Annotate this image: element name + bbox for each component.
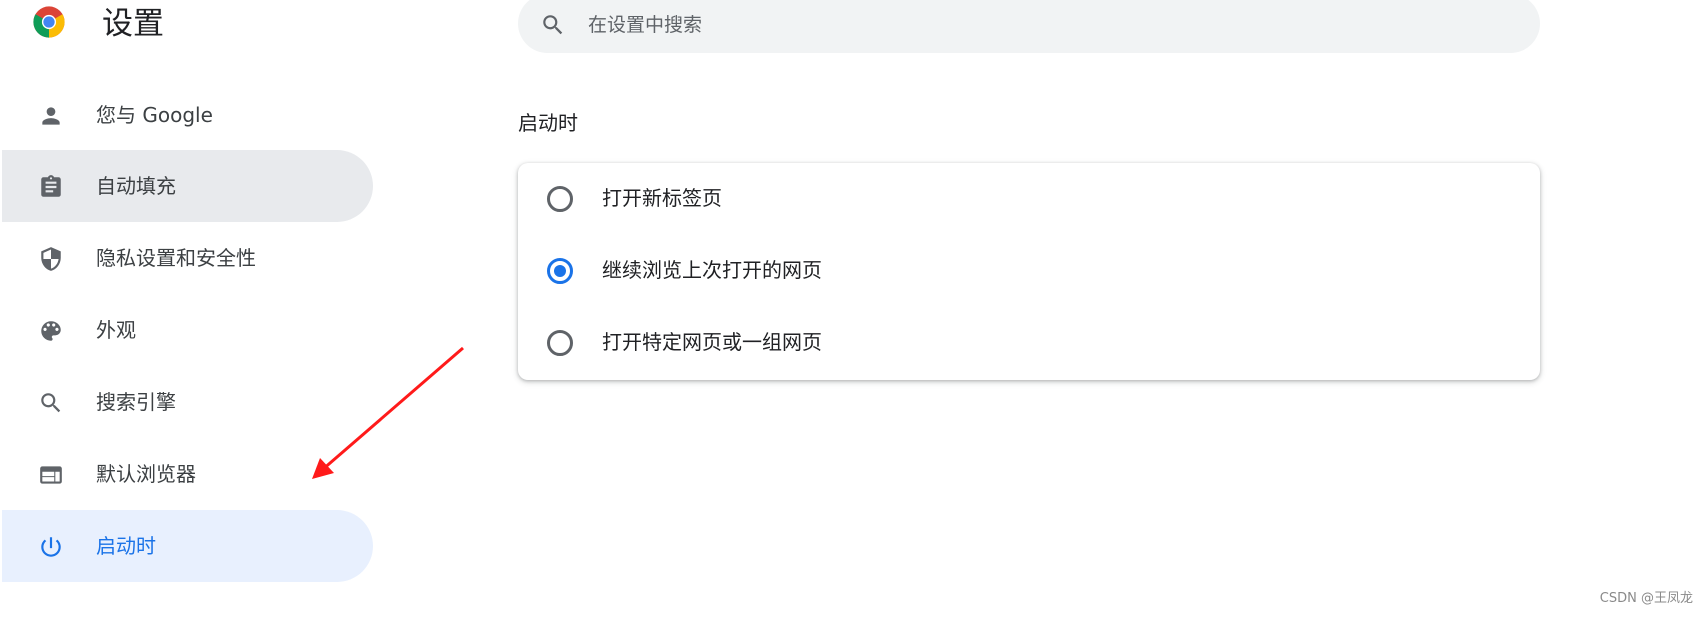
person-icon (42, 107, 60, 125)
search-icon (543, 15, 563, 35)
sidebar-item-label: 默认浏览器 (96, 462, 196, 486)
radio-button-checked[interactable] (547, 258, 573, 284)
sidebar-item-label: 外观 (96, 318, 136, 342)
option-label: 打开新标签页 (602, 186, 722, 210)
watermark: CSDN @王凤龙 (1599, 591, 1693, 606)
power-icon (41, 537, 61, 557)
sidebar-item-label: 自动填充 (96, 174, 176, 198)
sidebar-item-label: 搜索引擎 (96, 390, 176, 414)
sidebar-item-on-startup[interactable]: 启动时 (2, 510, 373, 582)
radio-button[interactable] (547, 186, 573, 212)
sidebar-item-label: 启动时 (96, 534, 156, 558)
search-input[interactable] (586, 6, 1490, 44)
clipboard-icon (41, 175, 61, 197)
sidebar-item-label: 隐私设置和安全性 (96, 246, 256, 270)
chrome-logo-icon (32, 5, 66, 39)
option-open-specific-pages[interactable]: 打开特定网页或一组网页 (518, 307, 1540, 379)
page-title: 设置 (102, 6, 164, 42)
section-title: 启动时 (518, 111, 578, 135)
palette-icon (41, 321, 61, 341)
option-open-new-tab[interactable]: 打开新标签页 (518, 163, 1540, 235)
shield-icon (41, 247, 61, 271)
search-bar[interactable] (518, 0, 1540, 53)
option-label: 继续浏览上次打开的网页 (602, 258, 822, 282)
sidebar-item-label: 您与 Google (96, 103, 213, 127)
browser-window-icon (40, 466, 62, 484)
option-label: 打开特定网页或一组网页 (602, 330, 822, 354)
sidebar-item-you-and-google[interactable]: 您与 Google (2, 79, 373, 151)
radio-button[interactable] (547, 330, 573, 356)
option-continue-where-left-off[interactable]: 继续浏览上次打开的网页 (518, 235, 1540, 307)
annotation-arrow-icon (312, 346, 464, 479)
sidebar-item-privacy-security[interactable]: 隐私设置和安全性 (2, 222, 373, 294)
startup-options-card: 打开新标签页 继续浏览上次打开的网页 打开特定网页或一组网页 (518, 163, 1540, 380)
sidebar-item-autofill[interactable]: 自动填充 (2, 150, 373, 222)
search-icon (41, 393, 61, 413)
